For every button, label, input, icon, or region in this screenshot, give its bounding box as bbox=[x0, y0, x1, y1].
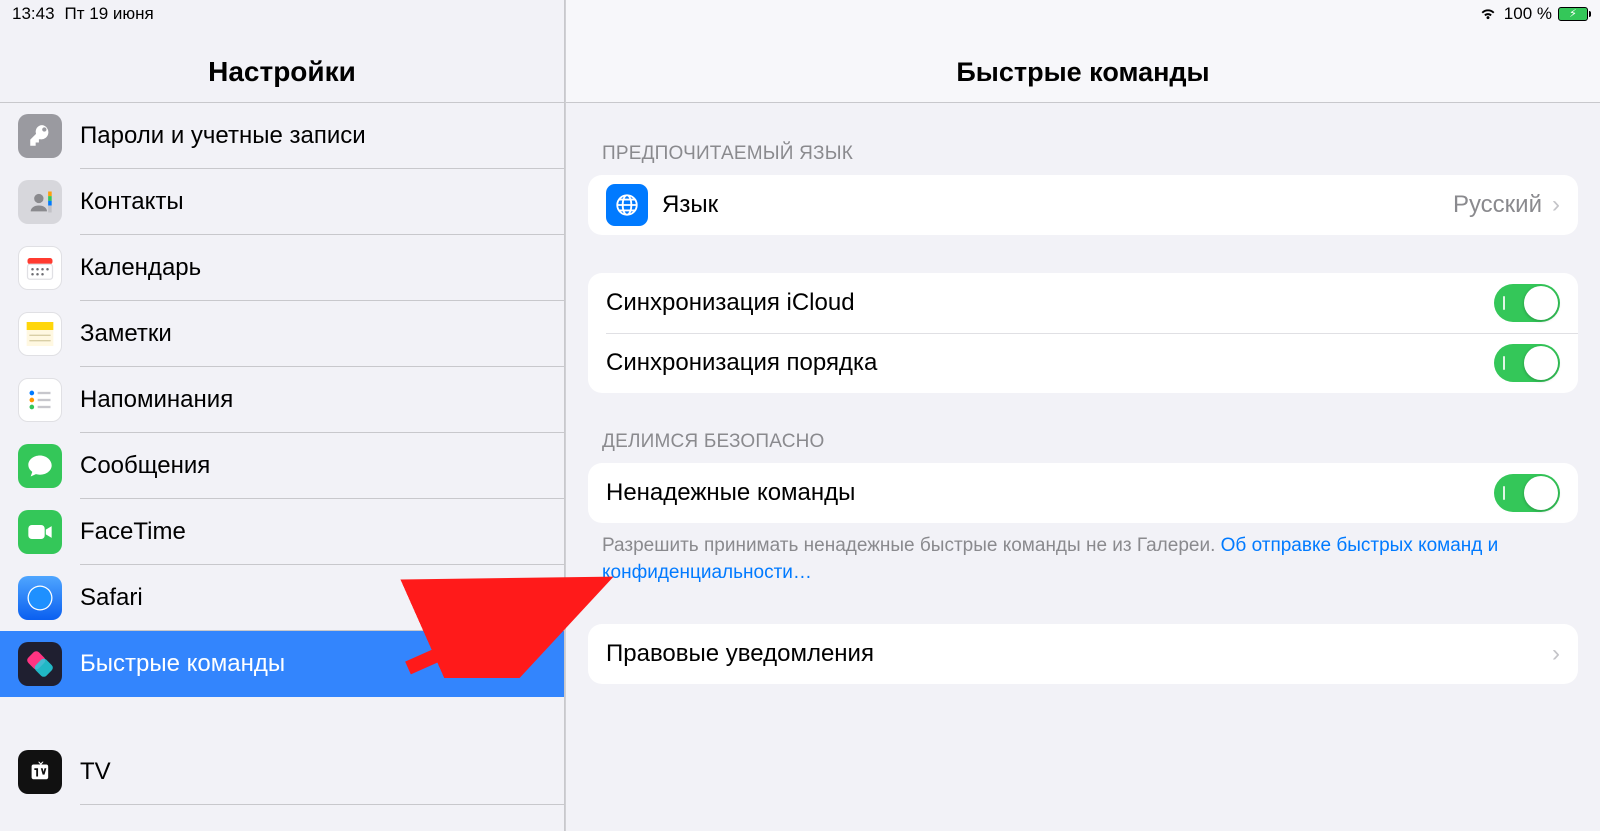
group-header-share: ДЕЛИМСЯ БЕЗОПАСНО bbox=[588, 431, 1578, 463]
reminders-icon bbox=[18, 378, 62, 422]
row-language[interactable]: Язык Русский › bbox=[588, 175, 1578, 235]
sidebar-title: Настройки bbox=[208, 56, 356, 88]
shortcuts-icon bbox=[18, 642, 62, 686]
detail-title: Быстрые команды bbox=[956, 57, 1209, 88]
safari-icon bbox=[18, 576, 62, 620]
facetime-icon bbox=[18, 510, 62, 554]
group-untrusted: Ненадежные команды bbox=[588, 463, 1578, 523]
group-sync: Синхронизация iCloud Синхронизация поряд… bbox=[588, 273, 1578, 393]
row-order-sync[interactable]: Синхронизация порядка bbox=[588, 333, 1578, 393]
sidebar-item-shortcuts[interactable]: Быстрые команды bbox=[0, 631, 564, 697]
group-footer-untrusted: Разрешить принимать ненадежные быстрые к… bbox=[588, 523, 1578, 586]
key-icon bbox=[18, 114, 62, 158]
toggle-icloud-sync[interactable] bbox=[1494, 284, 1560, 322]
sidebar-item-reminders[interactable]: Напоминания bbox=[0, 367, 564, 433]
row-language-label: Язык bbox=[662, 191, 1453, 219]
sidebar-item-messages[interactable]: Сообщения bbox=[0, 433, 564, 499]
calendar-icon bbox=[18, 246, 62, 290]
toggle-order-sync[interactable] bbox=[1494, 344, 1560, 382]
sidebar: Настройки Пароли и учетные записи Контак… bbox=[0, 0, 565, 831]
sidebar-item-label: Контакты bbox=[80, 188, 184, 216]
sidebar-item-label: Сообщения bbox=[80, 452, 210, 480]
sidebar-item-label: Safari bbox=[80, 584, 143, 612]
sidebar-item-label: Заметки bbox=[80, 320, 172, 348]
chevron-right-icon: › bbox=[1552, 640, 1560, 668]
group-language: Язык Русский › bbox=[588, 175, 1578, 235]
messages-icon bbox=[18, 444, 62, 488]
chevron-right-icon: › bbox=[1552, 191, 1560, 219]
sidebar-item-safari[interactable]: Safari bbox=[0, 565, 564, 631]
contacts-icon bbox=[18, 180, 62, 224]
row-legal[interactable]: Правовые уведомления › bbox=[588, 624, 1578, 684]
row-order-sync-label: Синхронизация порядка bbox=[606, 349, 1494, 377]
sidebar-item-label: FaceTime bbox=[80, 518, 186, 546]
globe-icon bbox=[606, 184, 648, 226]
sidebar-item-label: TV bbox=[80, 758, 111, 786]
sidebar-item-calendar[interactable]: Календарь bbox=[0, 235, 564, 301]
sidebar-list: Пароли и учетные записи Контакты Календа… bbox=[0, 103, 564, 831]
row-language-value: Русский bbox=[1453, 191, 1542, 219]
sidebar-item-facetime[interactable]: FaceTime bbox=[0, 499, 564, 565]
wifi-icon bbox=[1478, 4, 1498, 25]
sidebar-item-label: Пароли и учетные записи bbox=[80, 122, 366, 150]
sidebar-item-label: Календарь bbox=[80, 254, 201, 282]
row-untrusted[interactable]: Ненадежные команды bbox=[588, 463, 1578, 523]
row-icloud-sync[interactable]: Синхронизация iCloud bbox=[588, 273, 1578, 333]
sidebar-item-passwords[interactable]: Пароли и учетные записи bbox=[0, 103, 564, 169]
battery-icon: ⚡︎ bbox=[1558, 7, 1588, 21]
group-header-language: ПРЕДПОЧИТАЕМЫЙ ЯЗЫК bbox=[588, 143, 1578, 175]
sidebar-item-contacts[interactable]: Контакты bbox=[0, 169, 564, 235]
row-legal-label: Правовые уведомления bbox=[606, 640, 1552, 668]
footer-text: Разрешить принимать ненадежные быстрые к… bbox=[602, 535, 1221, 556]
detail-pane: Быстрые команды ПРЕДПОЧИТАЕМЫЙ ЯЗЫК Язык… bbox=[565, 0, 1600, 831]
row-untrusted-label: Ненадежные команды bbox=[606, 479, 1494, 507]
row-icloud-sync-label: Синхронизация iCloud bbox=[606, 289, 1494, 317]
status-bar: 13:43 Пт 19 июня 100 % ⚡︎ bbox=[0, 0, 1600, 28]
notes-icon bbox=[18, 312, 62, 356]
toggle-untrusted[interactable] bbox=[1494, 474, 1560, 512]
status-date: Пт 19 июня bbox=[65, 4, 154, 24]
sidebar-item-tv[interactable]: TV bbox=[0, 739, 564, 805]
battery-percent: 100 % bbox=[1504, 4, 1552, 24]
sidebar-item-label: Напоминания bbox=[80, 386, 233, 414]
tv-icon bbox=[18, 750, 62, 794]
sidebar-item-label: Быстрые команды bbox=[80, 650, 285, 678]
group-legal: Правовые уведомления › bbox=[588, 624, 1578, 684]
status-time: 13:43 bbox=[12, 4, 55, 24]
sidebar-item-notes[interactable]: Заметки bbox=[0, 301, 564, 367]
